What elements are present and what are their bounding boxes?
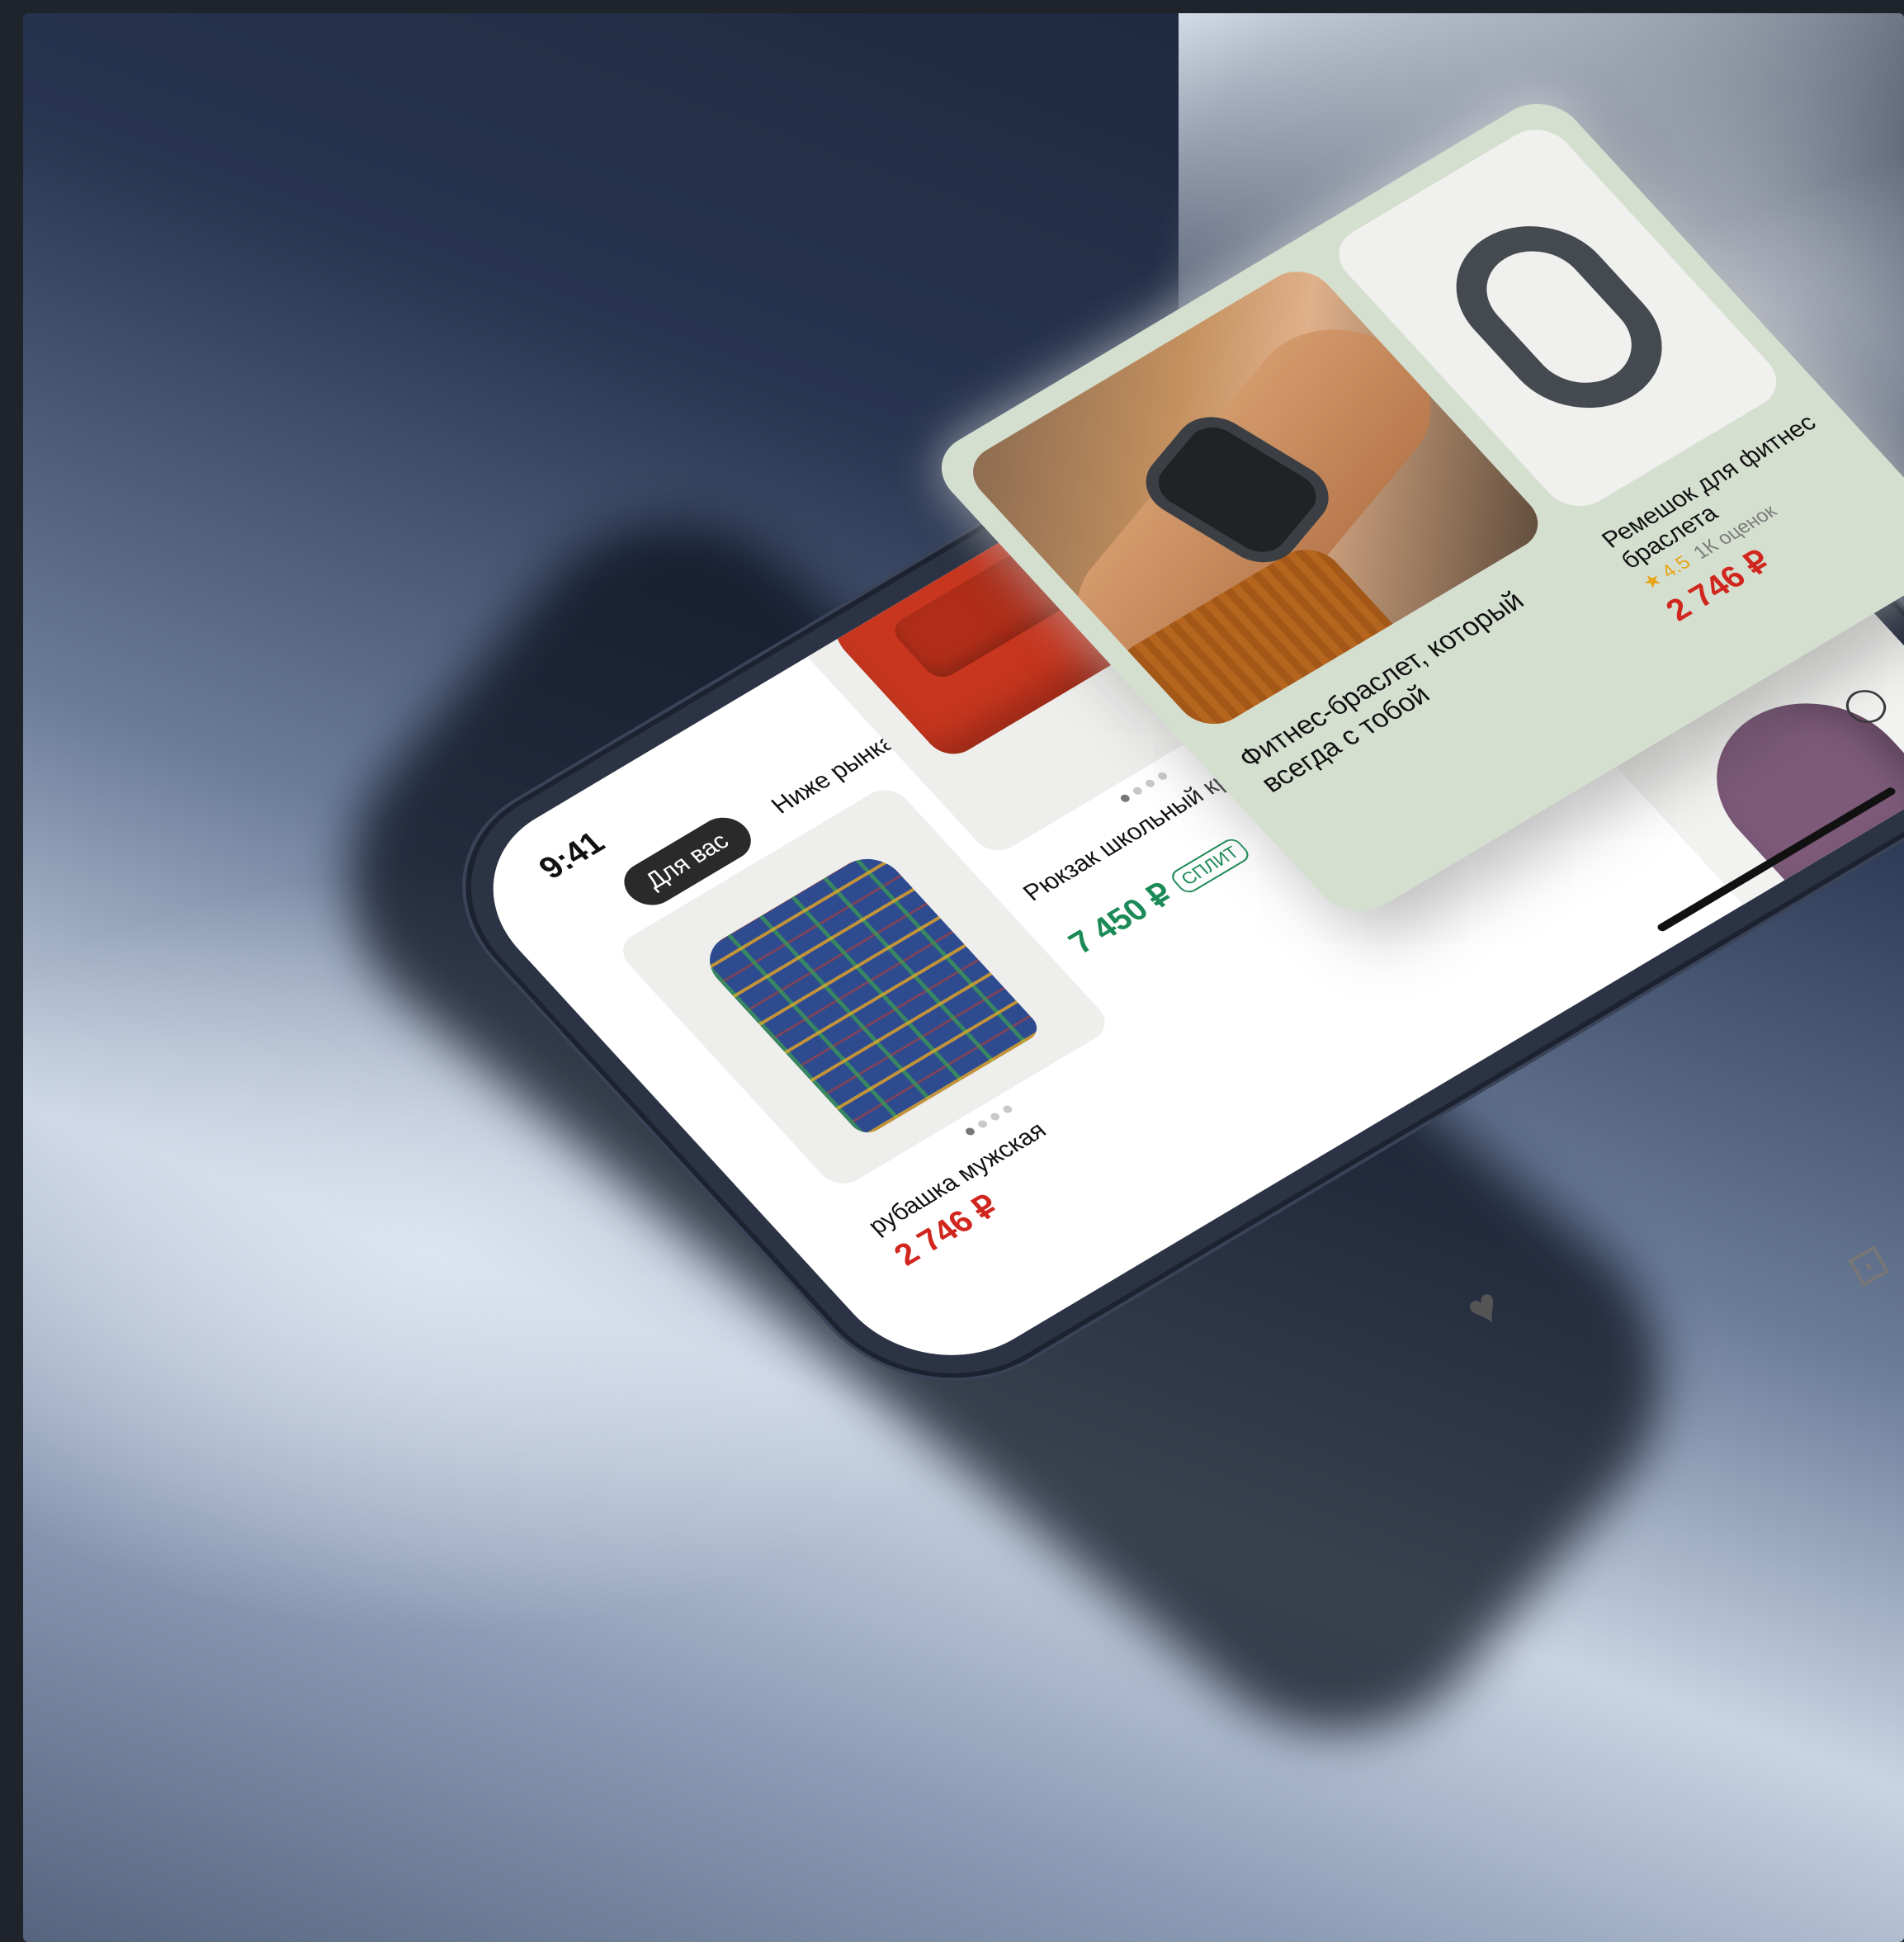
strap-image <box>1424 200 1695 434</box>
status-time: 9:41 <box>532 825 612 886</box>
product-price: 7 450 ₽ <box>1061 876 1182 961</box>
split-badge: СПЛИТ <box>1167 835 1253 896</box>
shirt-image <box>695 848 1044 1139</box>
